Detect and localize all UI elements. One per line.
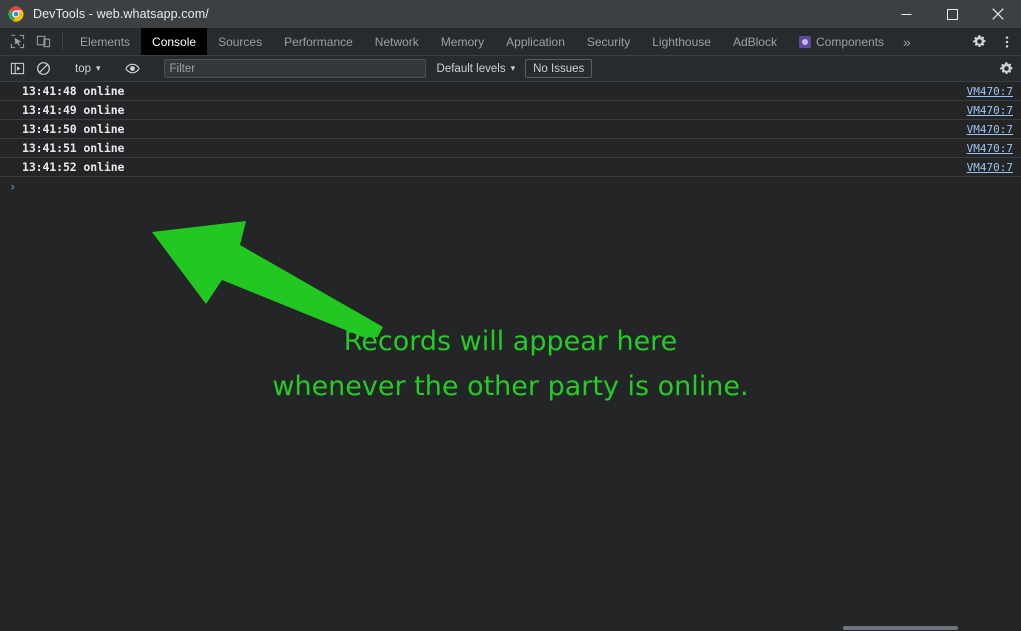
tab-label: Elements xyxy=(80,34,131,49)
tab-label: Application xyxy=(506,34,565,49)
device-toolbar-icon xyxy=(36,35,50,48)
kebab-menu-icon xyxy=(1005,35,1009,48)
console-settings-button[interactable] xyxy=(993,61,1019,76)
log-source-link[interactable]: VM470:7 xyxy=(967,142,1013,155)
inspect-element-button[interactable] xyxy=(4,28,30,55)
execution-context-value: top xyxy=(75,62,91,75)
callout-text-annotation: Records will appear here whenever the ot… xyxy=(272,326,749,402)
minimize-button[interactable] xyxy=(883,0,929,28)
window-titlebar: DevTools - web.whatsapp.com/ xyxy=(0,0,1021,28)
log-source-link[interactable]: VM470:7 xyxy=(967,85,1013,98)
devtools-settings-button[interactable] xyxy=(965,28,993,55)
table-row[interactable]: 13:41:51 online VM470:7 xyxy=(0,139,1021,158)
window-controls xyxy=(883,0,1021,28)
tab-memory[interactable]: Memory xyxy=(430,28,495,55)
tab-label: Security xyxy=(586,34,631,49)
minimize-icon xyxy=(901,13,911,15)
prompt-chevron-icon: › xyxy=(9,179,17,194)
table-row[interactable]: 13:41:48 online VM470:7 xyxy=(0,82,1021,101)
console-sidebar-toggle-button[interactable] xyxy=(4,61,30,76)
tab-performance[interactable]: Performance xyxy=(273,28,364,55)
console-toolbar: top ▾ Default levels ▾ No Issues xyxy=(0,56,1021,82)
clear-console-button[interactable] xyxy=(30,61,56,76)
console-sidebar-icon xyxy=(10,62,24,75)
console-message-list[interactable]: 13:41:48 online VM470:7 13:41:49 online … xyxy=(0,82,1021,631)
tab-elements[interactable]: Elements xyxy=(69,28,141,55)
log-message: 13:41:49 online xyxy=(22,103,125,117)
chrome-logo-icon xyxy=(8,6,24,22)
log-levels-selector[interactable]: Default levels ▾ xyxy=(431,59,522,78)
clear-console-icon xyxy=(36,62,50,75)
react-components-icon xyxy=(798,35,811,48)
tab-adblock[interactable]: AdBlock xyxy=(722,28,788,55)
log-message: 13:41:50 online xyxy=(22,122,125,136)
issues-button[interactable]: No Issues xyxy=(525,59,593,78)
log-source-link[interactable]: VM470:7 xyxy=(967,161,1013,174)
tabstrip-divider xyxy=(62,33,63,50)
horizontal-scrollbar[interactable] xyxy=(843,626,958,630)
maximize-icon xyxy=(946,8,958,20)
live-expression-button[interactable] xyxy=(120,61,146,76)
tab-label: Console xyxy=(152,34,197,49)
tab-label: Network xyxy=(374,34,419,49)
tab-lighthouse[interactable]: Lighthouse xyxy=(641,28,722,55)
devtools-more-options-button[interactable] xyxy=(993,28,1021,55)
log-levels-value: Default levels xyxy=(436,62,506,75)
tab-label: Components xyxy=(815,34,885,49)
devtools-window: DevTools - web.whatsapp.com/ Elements Co… xyxy=(0,0,1021,631)
table-row[interactable]: 13:41:49 online VM470:7 xyxy=(0,101,1021,120)
table-row[interactable]: 13:41:50 online VM470:7 xyxy=(0,120,1021,139)
log-message: 13:41:51 online xyxy=(22,141,125,155)
tab-label: Lighthouse xyxy=(652,34,711,49)
maximize-button[interactable] xyxy=(929,0,975,28)
live-expression-eye-icon xyxy=(125,63,140,74)
table-row[interactable]: 13:41:52 online VM470:7 xyxy=(0,158,1021,177)
filter-input[interactable] xyxy=(163,59,426,78)
issues-label: No Issues xyxy=(533,62,585,75)
inspect-element-icon xyxy=(10,34,24,49)
tab-security[interactable]: Security xyxy=(576,28,641,55)
gear-icon xyxy=(972,35,985,48)
tab-label: AdBlock xyxy=(732,34,777,49)
execution-context-selector[interactable]: top ▾ xyxy=(69,59,107,78)
log-message: 13:41:52 online xyxy=(22,160,125,174)
tab-network[interactable]: Network xyxy=(364,28,430,55)
close-icon xyxy=(992,8,1004,20)
tab-label: Memory xyxy=(440,34,485,49)
more-tabs-label: » xyxy=(903,33,911,50)
console-prompt[interactable]: › xyxy=(0,177,1021,196)
tab-label: Performance xyxy=(284,34,353,49)
log-message: 13:41:48 online xyxy=(22,84,125,98)
more-tabs-button[interactable]: » xyxy=(895,28,919,55)
close-button[interactable] xyxy=(975,0,1021,28)
log-source-link[interactable]: VM470:7 xyxy=(967,123,1013,136)
chevron-down-icon: ▾ xyxy=(96,63,101,73)
tab-sources[interactable]: Sources xyxy=(207,28,273,55)
tab-label: Sources xyxy=(218,34,263,49)
console-settings-gear-icon xyxy=(999,62,1012,75)
tabstrip-right-group xyxy=(952,28,1021,55)
device-toolbar-button[interactable] xyxy=(30,28,56,55)
log-source-link[interactable]: VM470:7 xyxy=(967,104,1013,117)
window-title: DevTools - web.whatsapp.com/ xyxy=(33,7,209,21)
devtools-tabstrip: Elements Console Sources Performance Net… xyxy=(0,28,1021,56)
tab-components[interactable]: Components xyxy=(788,28,895,55)
tab-console[interactable]: Console xyxy=(141,28,208,55)
chevron-down-icon: ▾ xyxy=(510,63,516,73)
tab-application[interactable]: Application xyxy=(495,28,576,55)
